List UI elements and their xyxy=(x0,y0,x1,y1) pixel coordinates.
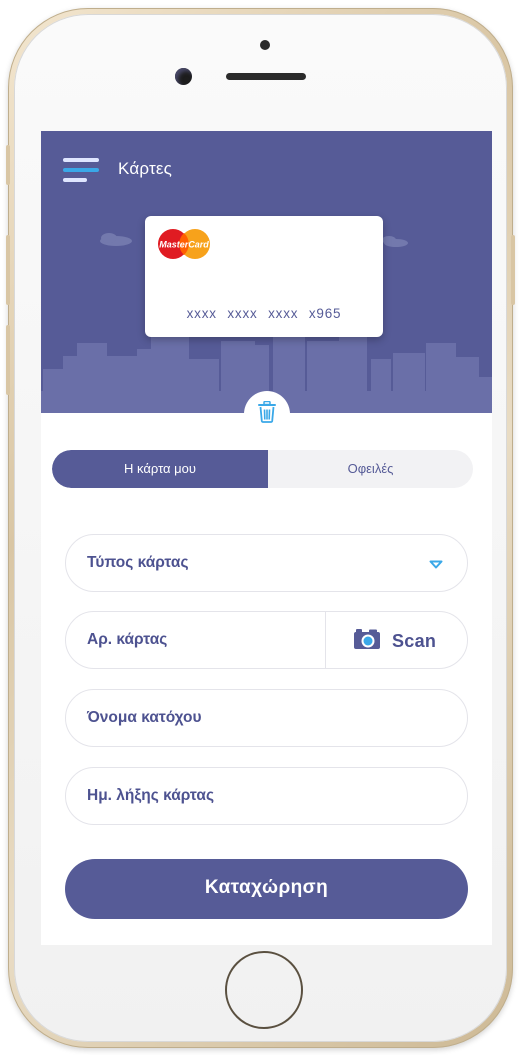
phone-side-button xyxy=(6,145,10,185)
expiry-date-label: Ημ. λήξης κάρτας xyxy=(87,787,215,804)
phone-volume-up-button xyxy=(6,235,10,305)
card-number: xxxx xxxx xxxx x965 xyxy=(186,306,342,321)
header: Κάρτες MasterCard xxxx xxxx xxxx x965 xyxy=(41,131,492,413)
holder-name-field[interactable]: Όνομα κατόχου xyxy=(65,689,468,747)
scan-button[interactable]: Scan xyxy=(326,612,468,668)
phone-power-button xyxy=(511,235,515,305)
card-number-label: Αρ. κάρτας xyxy=(87,631,168,648)
home-button[interactable] xyxy=(225,951,303,1029)
submit-button[interactable]: Καταχώρηση xyxy=(65,859,468,919)
card-number-field[interactable]: Αρ. κάρτας Scan xyxy=(65,611,468,669)
holder-name-label: Όνομα κατόχου xyxy=(87,709,202,726)
tab-bar: Η κάρτα μου Οφειλές xyxy=(52,450,473,488)
front-camera xyxy=(175,68,192,85)
hamburger-menu-icon[interactable] xyxy=(63,158,99,182)
mastercard-logo: MasterCard xyxy=(158,229,210,259)
expiry-date-field[interactable]: Ημ. λήξης κάρτας xyxy=(65,767,468,825)
card-type-label: Τύπος κάρτας xyxy=(87,554,189,571)
app-screen: Κάρτες MasterCard xxxx xxxx xxxx x965 Η … xyxy=(41,131,492,945)
credit-card[interactable]: MasterCard xxxx xxxx xxxx x965 xyxy=(145,216,383,337)
trash-icon xyxy=(258,401,276,423)
tab-debts[interactable]: Οφειλές xyxy=(268,450,473,488)
chevron-down-icon xyxy=(429,560,443,569)
camera-icon xyxy=(354,629,380,649)
delete-card-button[interactable] xyxy=(244,391,290,437)
card-type-select[interactable]: Τύπος κάρτας xyxy=(65,534,468,592)
proximity-sensor xyxy=(260,40,270,50)
page-title: Κάρτες xyxy=(118,159,173,178)
tab-my-card[interactable]: Η κάρτα μου xyxy=(52,450,268,488)
svg-text:MasterCard: MasterCard xyxy=(159,240,209,250)
scan-label: Scan xyxy=(392,631,437,651)
phone-volume-down-button xyxy=(6,325,10,395)
earpiece-speaker xyxy=(226,73,306,80)
